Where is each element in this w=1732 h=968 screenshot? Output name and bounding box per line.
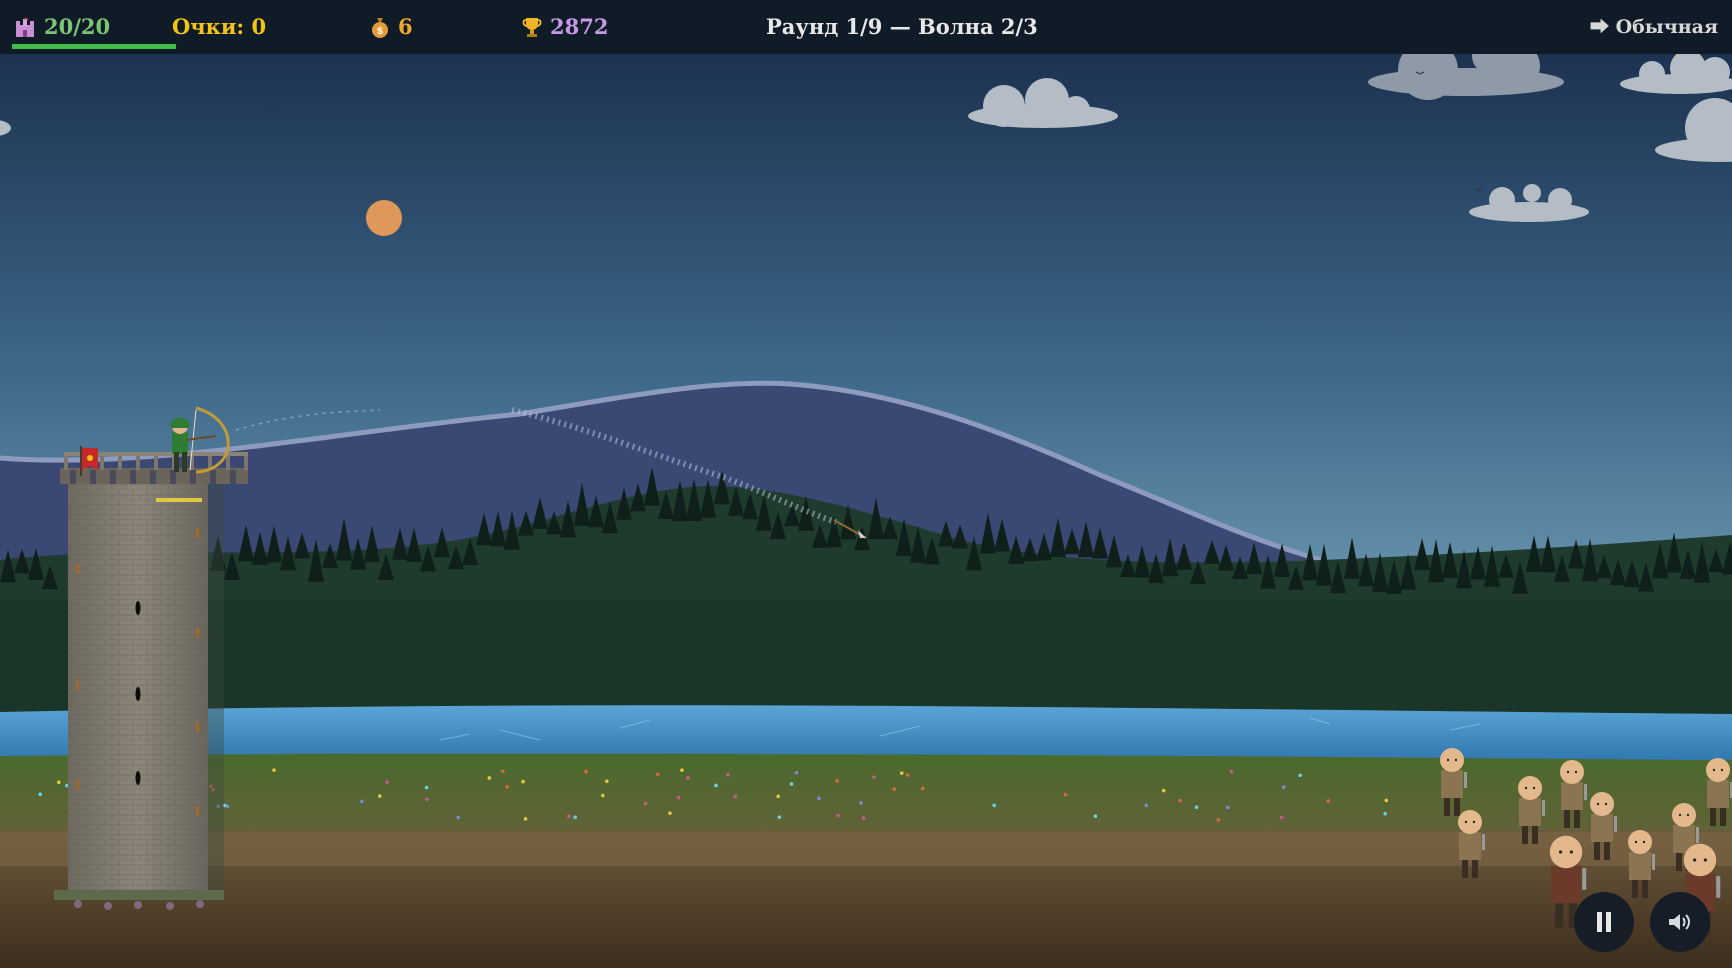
gold-counter: $ 6	[370, 0, 413, 54]
flower	[385, 780, 389, 784]
sun	[366, 200, 402, 236]
svg-text:$: $	[377, 26, 384, 37]
flower	[1093, 814, 1098, 819]
flower	[225, 804, 230, 808]
flower	[861, 816, 866, 821]
flower	[377, 794, 382, 798]
castle-tower	[54, 452, 248, 910]
flower	[794, 770, 799, 775]
sound-button[interactable]	[1650, 892, 1710, 952]
castle-icon	[16, 16, 34, 37]
flower	[1384, 798, 1389, 803]
flower	[487, 776, 492, 780]
health-bar-fill	[12, 44, 176, 49]
difficulty-indicator: ⮕ Обычная	[1589, 16, 1718, 38]
flower	[859, 801, 863, 805]
game-scene[interactable]	[0, 54, 1732, 968]
health-value: 20/20	[44, 14, 111, 39]
score-label: Очки: 0	[172, 14, 267, 39]
flower	[686, 776, 690, 780]
trophy-value: 2872	[550, 14, 609, 39]
flower	[38, 792, 42, 797]
flower	[521, 779, 525, 784]
health-bar	[12, 44, 176, 49]
flower	[567, 814, 571, 818]
round-wave-indicator: Раунд 1/9 — Волна 2/3	[766, 14, 1038, 39]
flower	[776, 794, 781, 799]
flower	[905, 773, 910, 777]
flower	[676, 795, 681, 800]
flower	[1144, 803, 1149, 808]
flower	[680, 768, 684, 772]
flower	[920, 786, 925, 791]
flower	[892, 787, 897, 792]
archer-reload-bar	[156, 498, 202, 502]
flower	[1383, 811, 1387, 816]
flower	[836, 813, 840, 818]
flower	[655, 772, 660, 777]
flower	[501, 769, 505, 774]
flower	[584, 769, 588, 774]
flower	[605, 779, 609, 783]
flower	[1229, 769, 1234, 774]
flower	[643, 801, 648, 806]
gold-value: 6	[398, 14, 413, 39]
flower	[1178, 798, 1183, 803]
flower	[992, 803, 997, 808]
flower	[733, 794, 738, 799]
flower	[726, 772, 730, 777]
flower	[601, 793, 605, 798]
flower	[872, 775, 876, 779]
flower	[425, 797, 429, 802]
flower	[777, 815, 782, 819]
flower	[1161, 788, 1166, 793]
flower	[1216, 817, 1221, 822]
flower	[1281, 785, 1286, 790]
trophy-icon	[522, 17, 542, 37]
pause-button[interactable]	[1574, 892, 1634, 952]
flower	[57, 780, 61, 785]
flower	[1326, 799, 1331, 803]
flower	[1298, 773, 1303, 778]
flower	[1063, 792, 1068, 797]
trophy-counter: 2872	[522, 0, 608, 54]
flower	[573, 815, 578, 820]
flower	[424, 785, 429, 790]
flower	[789, 782, 794, 786]
flower	[505, 784, 509, 789]
flower	[817, 796, 821, 801]
pause-icon	[1597, 912, 1611, 932]
flower	[272, 768, 276, 772]
flower	[714, 783, 718, 788]
top-hud-bar: 20/20 Очки: 0 $ 6 2872 Раунд 1/9 — Волна…	[0, 0, 1732, 54]
speaker-icon	[1669, 914, 1690, 930]
flower	[668, 811, 672, 815]
money-bag-icon: $	[372, 17, 388, 38]
river	[0, 705, 1732, 762]
flower	[360, 799, 364, 804]
flower	[456, 815, 461, 820]
flower	[835, 778, 839, 783]
flower	[899, 771, 904, 775]
flower	[1225, 805, 1230, 810]
flower	[1279, 815, 1284, 820]
flower	[1194, 805, 1199, 809]
flower	[523, 817, 528, 821]
